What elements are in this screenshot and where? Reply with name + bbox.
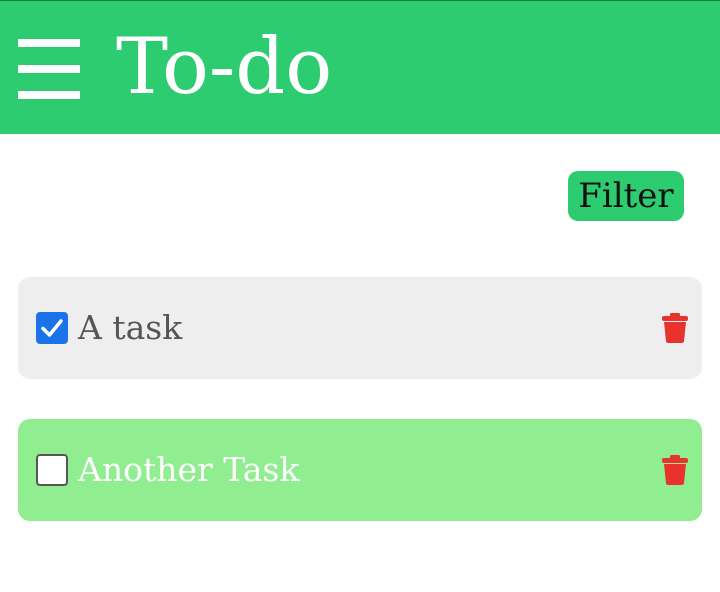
task-item: A task	[18, 277, 702, 379]
task-label: Another Task	[78, 450, 300, 489]
task-checkbox[interactable]	[36, 454, 68, 486]
trash-icon[interactable]	[662, 313, 688, 343]
task-checkbox[interactable]	[36, 312, 68, 344]
task-item: Another Task	[18, 419, 702, 521]
app-header: To-do	[0, 0, 720, 134]
hamburger-menu-icon[interactable]	[18, 39, 80, 99]
trash-icon[interactable]	[662, 455, 688, 485]
page-title: To-do	[116, 22, 333, 112]
task-label: A task	[78, 308, 183, 347]
filter-button[interactable]: Filter	[568, 171, 684, 221]
